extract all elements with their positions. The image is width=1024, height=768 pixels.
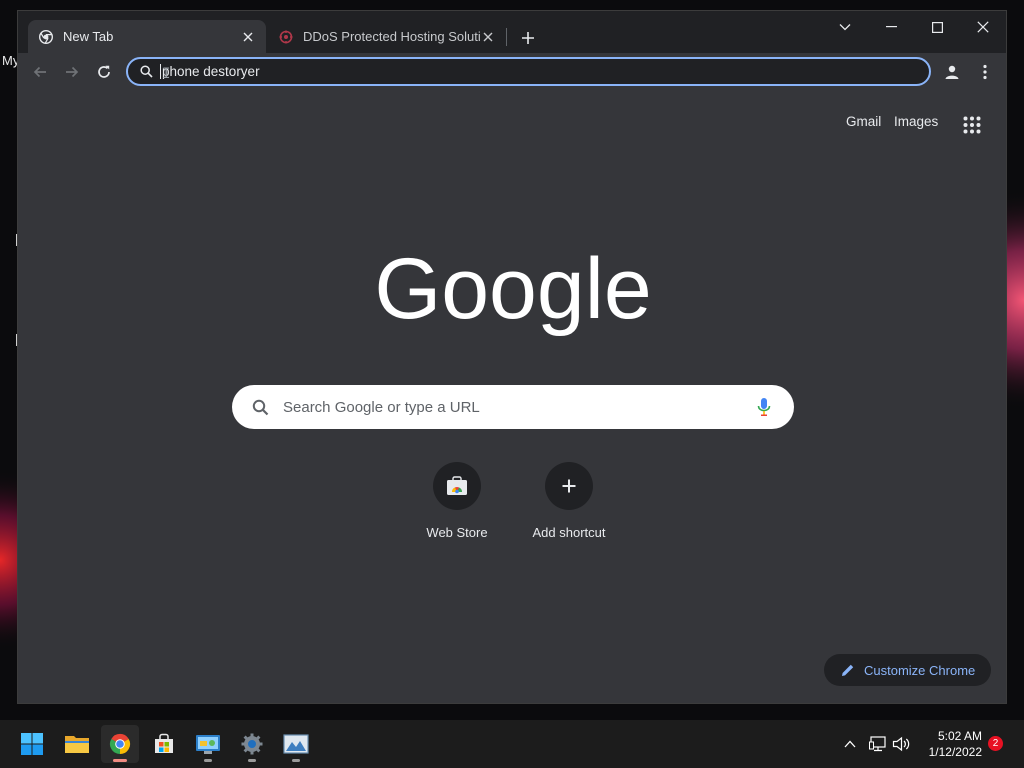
pencil-icon bbox=[841, 663, 855, 677]
show-hidden-icons-button[interactable] bbox=[840, 734, 860, 754]
shortcut-label: Web Store bbox=[426, 525, 488, 540]
taskbar: 5:02 AM 1/12/2022 2 bbox=[0, 720, 1024, 768]
search-placeholder: Search Google or type a URL bbox=[283, 398, 480, 416]
reload-button[interactable] bbox=[90, 58, 118, 86]
profile-button[interactable] bbox=[938, 58, 966, 86]
running-app-indicator bbox=[248, 759, 256, 762]
taskbar-settings[interactable] bbox=[233, 725, 271, 763]
file-explorer-icon bbox=[65, 736, 89, 753]
taskbar-control-panel[interactable] bbox=[189, 725, 227, 763]
customize-chrome-button[interactable]: Customize Chrome bbox=[824, 654, 991, 686]
search-icon bbox=[138, 64, 154, 80]
images-link[interactable]: Images bbox=[894, 114, 938, 129]
shortcut-web-store[interactable]: Web Store bbox=[401, 462, 513, 552]
new-tab-page: Gmail Images Google Search Google or typ… bbox=[18, 91, 1006, 703]
gmail-link[interactable]: Gmail bbox=[846, 114, 881, 129]
plus-icon bbox=[545, 462, 593, 510]
address-bar-value: phone destoryer bbox=[162, 64, 260, 79]
tab-strip: New Tab DDoS Protected Hosting Solutions bbox=[18, 11, 1006, 53]
chrome-icon bbox=[109, 733, 131, 755]
text-caret bbox=[160, 64, 161, 79]
network-button[interactable] bbox=[868, 734, 888, 754]
tab-search-button[interactable] bbox=[822, 13, 868, 41]
tab-ddos-hosting[interactable]: DDoS Protected Hosting Solutions bbox=[268, 20, 506, 53]
mouse-cursor-icon: I bbox=[162, 66, 171, 82]
more-vert-icon bbox=[983, 64, 987, 80]
notification-badge[interactable]: 2 bbox=[988, 736, 1003, 751]
ntp-search-box[interactable]: Search Google or type a URL bbox=[232, 385, 794, 429]
toolbar: phone destoryer I bbox=[18, 53, 1006, 91]
forward-button[interactable] bbox=[58, 58, 86, 86]
close-window-button[interactable] bbox=[960, 13, 1006, 41]
chrome-window: New Tab DDoS Protected Hosting Solutions bbox=[17, 10, 1007, 704]
new-tab-button[interactable] bbox=[516, 26, 540, 50]
google-logo: Google bbox=[374, 246, 651, 337]
speaker-icon bbox=[892, 736, 910, 752]
reload-icon bbox=[98, 65, 110, 78]
clock-time: 5:02 AM bbox=[937, 729, 982, 743]
taskbar-chrome[interactable] bbox=[101, 725, 139, 763]
chrome-favicon-icon bbox=[38, 29, 54, 45]
running-app-indicator bbox=[292, 759, 300, 762]
running-app-indicator bbox=[204, 759, 212, 762]
start-button[interactable] bbox=[13, 725, 51, 763]
apps-grid-icon bbox=[963, 116, 981, 134]
minimize-icon bbox=[885, 26, 897, 28]
close-icon bbox=[977, 21, 989, 33]
microphone-icon[interactable] bbox=[752, 395, 776, 419]
arrow-right-icon bbox=[66, 66, 79, 78]
tab-new-tab[interactable]: New Tab bbox=[28, 20, 266, 53]
close-icon[interactable] bbox=[480, 29, 496, 45]
active-app-indicator bbox=[113, 759, 127, 762]
maximize-icon bbox=[931, 21, 943, 33]
tab-title: New Tab bbox=[63, 29, 114, 44]
store-icon bbox=[155, 733, 173, 753]
person-icon bbox=[945, 65, 959, 79]
taskbar-photos[interactable] bbox=[277, 725, 315, 763]
control-panel-icon bbox=[196, 735, 220, 754]
back-button[interactable] bbox=[26, 58, 54, 86]
logo-text: Google bbox=[374, 246, 651, 337]
maximize-button[interactable] bbox=[914, 13, 960, 41]
tab-separator bbox=[506, 28, 507, 46]
plus-icon bbox=[522, 32, 534, 44]
photos-icon bbox=[283, 734, 309, 754]
start-icon bbox=[21, 733, 43, 755]
arrow-left-icon bbox=[33, 66, 46, 78]
close-icon[interactable] bbox=[240, 29, 256, 45]
address-bar[interactable]: phone destoryer bbox=[126, 57, 931, 86]
customize-label: Customize Chrome bbox=[864, 662, 976, 678]
site-favicon-icon bbox=[278, 29, 294, 45]
google-apps-button[interactable] bbox=[958, 111, 986, 139]
chevron-up-icon bbox=[844, 740, 856, 748]
search-icon bbox=[252, 399, 269, 415]
chrome-menu-button[interactable] bbox=[971, 58, 999, 86]
web-store-icon bbox=[433, 462, 481, 510]
minimize-button[interactable] bbox=[868, 13, 914, 41]
shortcut-add[interactable]: Add shortcut bbox=[513, 462, 625, 552]
settings-icon bbox=[241, 733, 263, 755]
taskbar-store[interactable] bbox=[145, 725, 183, 763]
clock-date: 1/12/2022 bbox=[928, 745, 982, 759]
tab-title: DDoS Protected Hosting Solutions bbox=[303, 29, 480, 44]
chevron-down-icon bbox=[839, 24, 851, 31]
taskbar-file-explorer[interactable] bbox=[58, 725, 96, 763]
clock[interactable]: 5:02 AM 1/12/2022 bbox=[918, 728, 982, 760]
volume-button[interactable] bbox=[891, 734, 911, 754]
network-icon bbox=[869, 736, 886, 752]
shortcut-label: Add shortcut bbox=[532, 525, 606, 540]
